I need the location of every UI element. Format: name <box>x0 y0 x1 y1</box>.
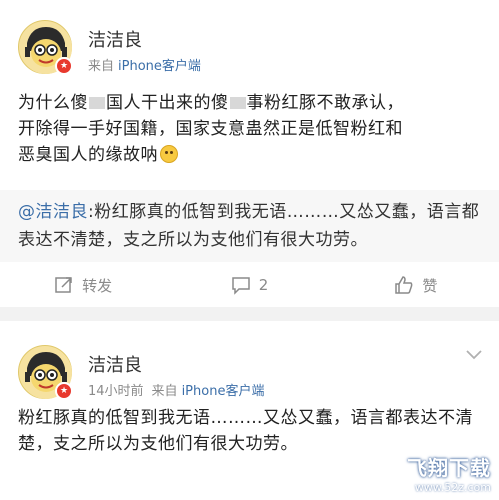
username[interactable]: 洁洁良 <box>88 26 142 52</box>
watermark: 飞翔下载 www.52z.com <box>407 452 491 494</box>
post-text: 为什么傻 国人干出来的傻 事粉红豚不敢承认， 开除得一手好国籍，国家支意蛊然正是低智… <box>18 90 488 168</box>
username[interactable]: 洁洁良 <box>88 351 142 377</box>
post-text: 粉红豚真的低智到我无语………又怂又蠢，语言都表达不清楚，支之所以为支他们有很大功… <box>18 408 473 454</box>
repost-icon <box>55 277 72 293</box>
user-avatar[interactable]: ★ <box>18 345 73 400</box>
text-segment: 事粉红豚不敢承认， <box>246 93 404 113</box>
watermark-url: www.52z.com <box>414 481 491 494</box>
like-button[interactable]: 赞 <box>333 263 499 307</box>
smile-emoji-icon <box>160 145 178 163</box>
mention-link[interactable]: @洁洁良 <box>18 202 88 222</box>
source-prefix: 来自 <box>151 384 178 399</box>
text-segment: 国人干出来的傻 <box>106 93 229 113</box>
post-time: 14小时前 <box>88 384 144 399</box>
chevron-down-icon[interactable] <box>465 349 483 361</box>
text-segment: 开除得一手好国籍，国家支意蛊然正是低智粉红和 <box>18 119 403 139</box>
text-segment: 为什么傻 <box>18 93 88 113</box>
v-badge-icon: ★ <box>55 382 73 400</box>
text-segment: 恶臭国人的缘故呐 <box>18 145 158 165</box>
post-meta: 来自 iPhone客户端 <box>88 55 201 74</box>
weibo-post-card: ★ 洁洁良 来自 iPhone客户端 为什么傻 国人干出来的傻 事粉红豚不敢承认， 开… <box>0 0 499 307</box>
repost-label: 转发 <box>82 276 113 295</box>
user-avatar[interactable]: ★ <box>18 20 73 75</box>
redacted-mark <box>229 97 246 109</box>
v-badge-icon: ★ <box>55 57 73 75</box>
like-label: 赞 <box>422 276 438 295</box>
action-bar: 转发 2 赞 <box>0 263 499 307</box>
comment-count: 2 <box>258 276 269 294</box>
repost-text: @洁洁良:粉红豚真的低智到我无语………又怂又蠢，语言都表达不清楚，支之所以为支他… <box>18 198 488 254</box>
post-meta: 14小时前 来自 iPhone客户端 <box>88 380 264 399</box>
comment-button[interactable]: 2 <box>166 263 332 307</box>
source-prefix: 来自 <box>88 59 115 74</box>
watermark-title: 飞翔下载 <box>407 456 491 480</box>
source-link[interactable]: iPhone客户端 <box>182 384 265 399</box>
source-link[interactable]: iPhone客户端 <box>118 59 201 74</box>
weibo-post-card: ★ 洁洁良 14小时前 来自 iPhone客户端 粉红豚真的低智到我无语………又怂又… <box>0 321 499 500</box>
redacted-mark <box>89 97 105 109</box>
like-icon <box>395 276 413 294</box>
comment-icon <box>231 277 250 295</box>
repost-button[interactable]: 转发 <box>0 263 166 307</box>
reposted-content[interactable]: @洁洁良:粉红豚真的低智到我无语………又怂又蠢，语言都表达不清楚，支之所以为支他… <box>0 190 499 262</box>
repost-body: :粉红豚真的低智到我无语………又怂又蠢，语言都表达不清楚，支之所以为支他们有很大… <box>18 202 480 250</box>
